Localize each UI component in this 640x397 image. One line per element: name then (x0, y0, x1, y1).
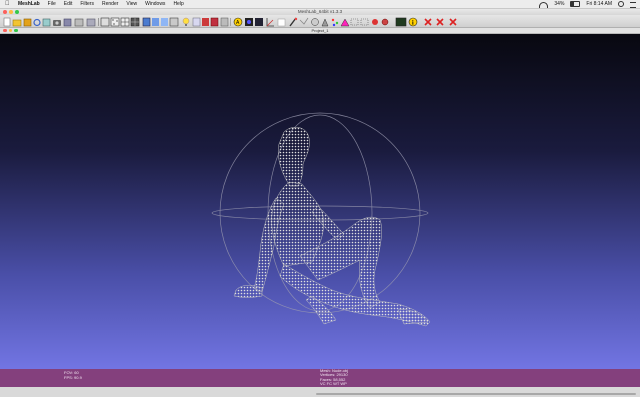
edit-tool-icon[interactable] (321, 18, 329, 27)
clock[interactable]: Fri 8:14 AM (586, 0, 612, 8)
close-project-button[interactable] (3, 28, 7, 32)
vertices-red-icon[interactable] (381, 18, 389, 26)
zoom-project-button[interactable] (14, 28, 18, 32)
menu-file[interactable]: File (48, 0, 56, 8)
bbox-icon[interactable] (100, 17, 110, 27)
status-area: 34% Fri 8:14 AM (539, 0, 636, 8)
layers-icon[interactable] (74, 18, 84, 27)
minimize-window-button[interactable] (9, 10, 13, 14)
quality-map-icon[interactable] (311, 18, 319, 26)
fancy-light-icon[interactable] (202, 18, 209, 26)
menu-meshlab[interactable]: MeshLab (18, 0, 40, 8)
new-icon[interactable] (3, 17, 11, 27)
minimize-project-button[interactable] (8, 28, 12, 32)
two-sided-light-icon[interactable] (192, 17, 201, 27)
toolbar-icons: A i (3, 17, 457, 27)
menu-filters[interactable]: Filters (80, 0, 94, 8)
menu-render[interactable]: Render (102, 0, 118, 8)
battery-percent: 34% (554, 1, 565, 7)
align-icon[interactable] (289, 17, 298, 27)
smooth-icon[interactable] (161, 18, 168, 26)
reload-icon[interactable] (33, 18, 41, 27)
light-icon[interactable] (182, 17, 190, 26)
export-icon[interactable] (42, 18, 51, 27)
fps-text: FPS: 90.9 (64, 375, 82, 380)
mesh-render (211, 112, 431, 327)
wireframe-icon[interactable] (120, 17, 130, 27)
dark-screen-icon[interactable] (395, 17, 407, 27)
menu-edit[interactable]: Edit (64, 0, 73, 8)
select-icon[interactable] (266, 18, 274, 27)
info-icon[interactable]: i (408, 17, 418, 27)
app-menus: MeshLab File Edit Filters Render View Wi… (18, 0, 184, 8)
texture-icon[interactable] (169, 17, 179, 27)
paint-icon[interactable] (277, 18, 286, 27)
color-icon[interactable] (210, 17, 219, 27)
horizontal-scrollbar[interactable] (316, 393, 636, 395)
notification-center-icon[interactable] (630, 1, 636, 8)
window-title: MeshLab_64bit v1.3.3 (297, 9, 343, 14)
measure-icon[interactable] (255, 18, 263, 26)
flat-icon[interactable] (152, 18, 159, 26)
select-vertices-icon[interactable] (340, 18, 350, 27)
copy-icon[interactable] (63, 18, 72, 27)
toolbar-separator (230, 18, 231, 26)
zoom-window-button[interactable] (15, 10, 19, 14)
close-window-button[interactable] (3, 10, 7, 14)
menu-view[interactable]: View (126, 0, 137, 8)
select-faces-icon[interactable] (331, 18, 339, 27)
transform-icon[interactable] (86, 18, 96, 27)
snapshot-icon[interactable] (53, 20, 61, 26)
open-icon[interactable] (12, 19, 22, 27)
points-icon[interactable] (110, 17, 120, 27)
mac-menu-bar:  MeshLab File Edit Filters Render View … (0, 0, 640, 9)
wifi-icon[interactable] (539, 1, 549, 8)
info-overlay: FOV: 60 FPS: 90.9 Mesh: Nude.obj Vertice… (0, 368, 640, 387)
render-stats: FOV: 60 FPS: 90.9 (64, 370, 82, 380)
spotlight-icon[interactable] (618, 1, 624, 7)
main-toolbar: A i (0, 15, 640, 28)
save-icon[interactable] (23, 18, 32, 27)
mesh-model[interactable] (233, 126, 431, 327)
z-paint-icon[interactable] (350, 18, 359, 26)
delete-vertices-icon[interactable] (449, 18, 457, 26)
flags-text: VC FC WT WP (320, 380, 347, 386)
flat-lines-icon[interactable] (142, 17, 151, 27)
project-window-controls (3, 28, 18, 32)
project-title: Project_1 (311, 28, 329, 33)
apple-icon[interactable]:  (5, 0, 10, 8)
menu-help[interactable]: Help (173, 0, 183, 8)
toolbar-separator (98, 18, 99, 26)
faces-red-icon[interactable] (372, 19, 378, 25)
hidden-lines-icon[interactable] (130, 17, 140, 27)
mesh-stats: Mesh: Nude.obj Vertices: 29130 Faces: 58… (320, 368, 348, 386)
mesh-head (278, 126, 310, 187)
bottom-strip (0, 387, 640, 397)
pick-points-icon[interactable] (299, 17, 309, 25)
delete-selection-icon[interactable] (424, 18, 432, 26)
texture-mode-icon[interactable] (220, 17, 229, 27)
shader-icon[interactable] (245, 18, 253, 26)
menu-windows[interactable]: Windows (145, 0, 165, 8)
delete-faces-icon[interactable] (436, 18, 444, 26)
window-controls (3, 10, 19, 14)
mesh-left-hand (233, 285, 263, 298)
battery-icon[interactable] (570, 1, 581, 7)
sculpt-icon[interactable] (360, 18, 369, 26)
a-info-icon[interactable]: A (233, 17, 243, 27)
3d-viewport[interactable] (0, 34, 640, 369)
